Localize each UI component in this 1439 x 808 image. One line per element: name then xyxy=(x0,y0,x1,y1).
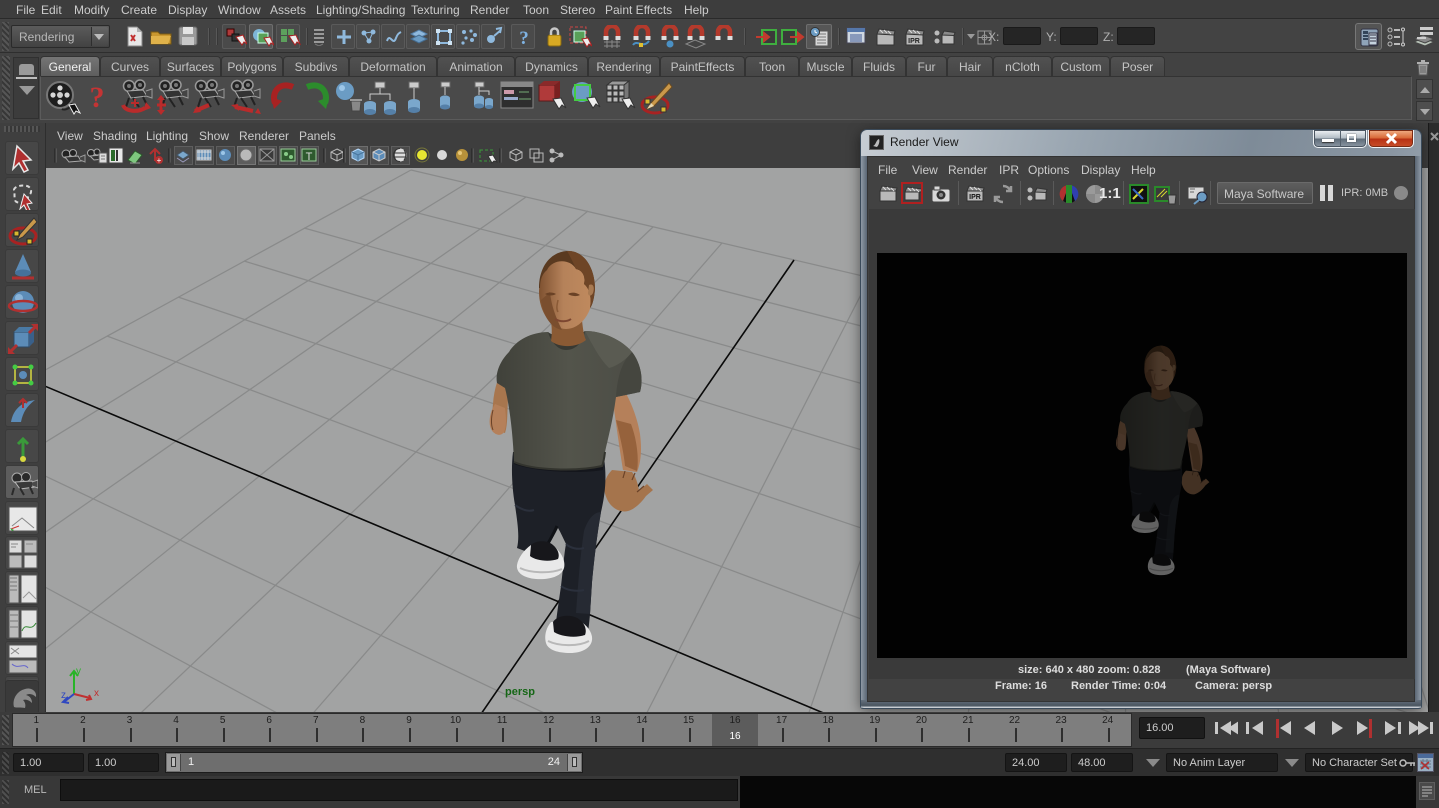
svg-text:?: ? xyxy=(519,28,529,49)
svg-text:y: y xyxy=(76,666,81,677)
svg-text:IPR: IPR xyxy=(969,194,981,201)
svg-text:+: + xyxy=(157,156,162,165)
svg-text:IPR: IPR xyxy=(908,38,920,45)
svg-text:z: z xyxy=(61,690,66,701)
svg-text:x: x xyxy=(94,688,99,699)
svg-text:T: T xyxy=(306,151,313,163)
svg-text:?: ? xyxy=(90,81,105,114)
